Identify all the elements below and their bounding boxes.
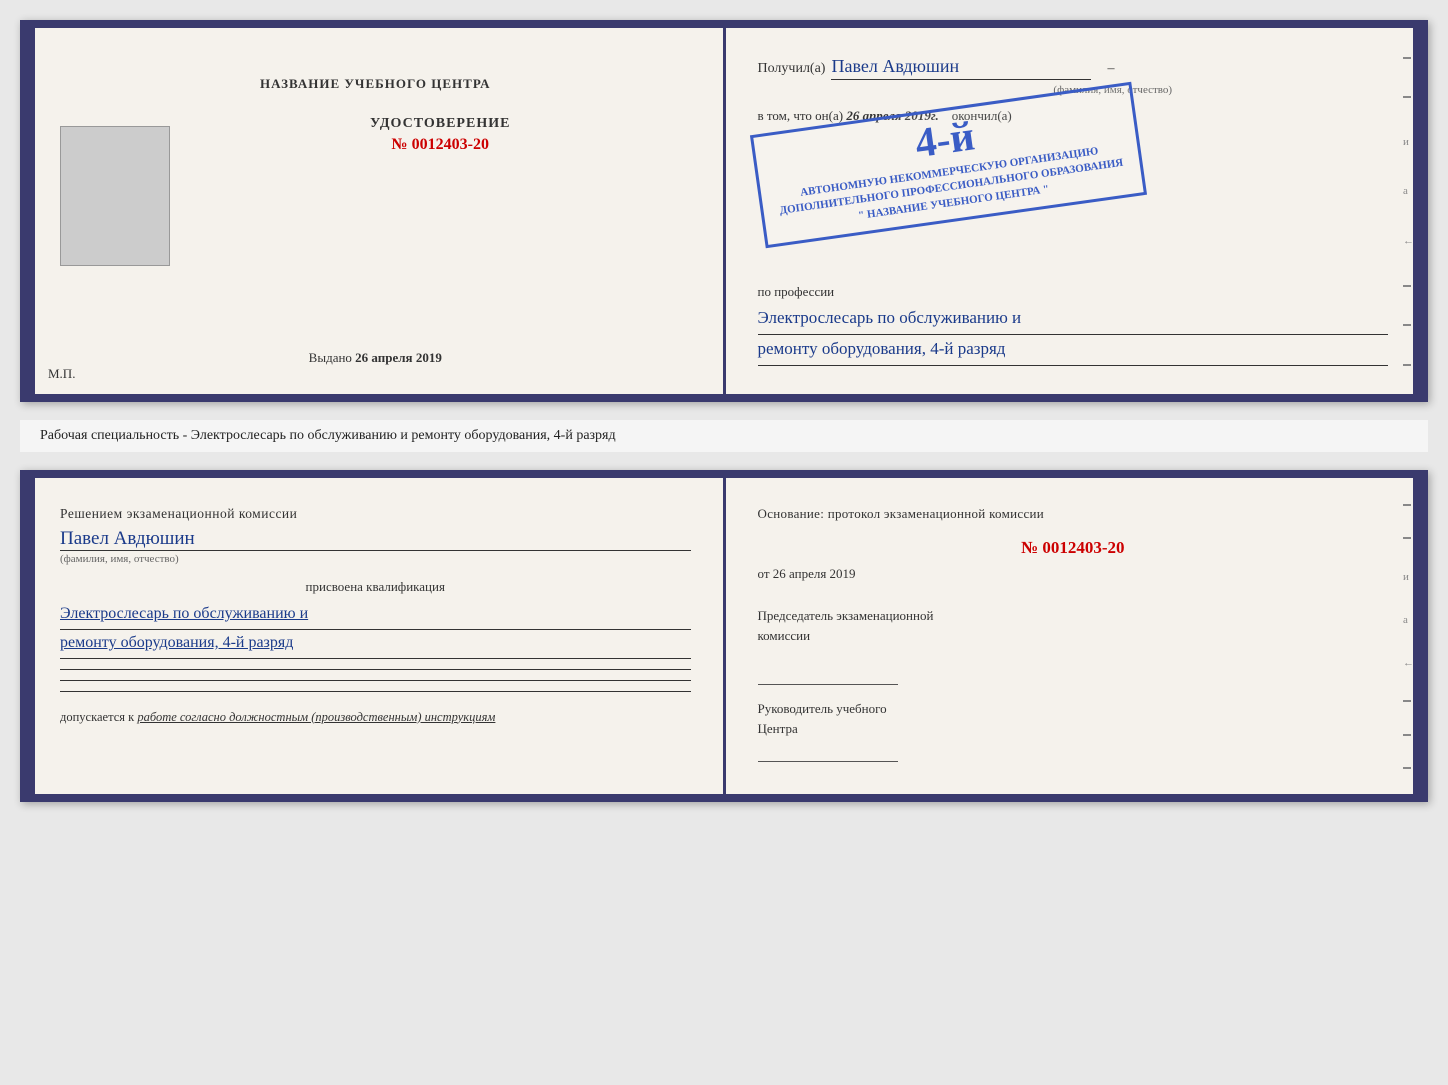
protocol-number: № 0012403-20: [758, 538, 1389, 558]
допускается-line: допускается к работе согласно должностны…: [60, 710, 691, 725]
director-line1: Руководитель учебного: [758, 701, 887, 716]
chairman-line2: комиссии: [758, 628, 811, 643]
decision-title: Решением экзаменационной комиссии: [60, 506, 691, 522]
left-spine: [23, 28, 35, 394]
stamp-overlay: 4-й АВТОНОМНУЮ НЕКОММЕРЧЕСКУЮ ОРГАНИЗАЦИ…: [749, 82, 1146, 249]
qual-line1: Электрослесарь по обслуживанию и: [60, 601, 691, 630]
допускается-label-text: допускается к: [60, 710, 134, 724]
top-doc-left: НАЗВАНИЕ УЧЕБНОГО ЦЕНТРА УДОСТОВЕРЕНИЕ №…: [28, 28, 726, 394]
separator2: [60, 680, 691, 681]
top-doc-right: Получил(а) Павел Авдюшин – (фамилия, имя…: [726, 28, 1421, 394]
mp-label: М.П.: [48, 366, 75, 382]
top-left-title: НАЗВАНИЕ УЧЕБНОГО ЦЕНТРА: [260, 76, 491, 92]
photo-placeholder: [60, 126, 170, 266]
chairman-line1: Председатель экзаменационной: [758, 608, 934, 623]
bottom-doc-left: Решением экзаменационной комиссии Павел …: [28, 478, 726, 794]
director-signature-line: [758, 742, 898, 762]
person-name-bottom: Павел Авдюшин: [60, 528, 691, 551]
director-label: Руководитель учебного Центра: [758, 699, 1389, 738]
top-document: НАЗВАНИЕ УЧЕБНОГО ЦЕНТРА УДОСТОВЕРЕНИЕ №…: [20, 20, 1428, 402]
separator3: [60, 691, 691, 692]
issued-label: Выдано: [309, 350, 352, 365]
from-label: от: [758, 566, 770, 581]
from-date-line: от 26 апреля 2019: [758, 566, 1389, 582]
cert-number: № 0012403-20: [190, 136, 691, 154]
bottom-doc-right: Основание: протокол экзаменационной коми…: [726, 478, 1421, 794]
right-spine: [1413, 28, 1425, 394]
bottom-right-spine: [1413, 478, 1425, 794]
director-line2: Центра: [758, 721, 798, 736]
profession-line1: Электрослесарь по обслуживанию и: [758, 304, 1389, 335]
issued-line: Выдано 26 апреля 2019: [60, 350, 691, 366]
basis-title: Основание: протокол экзаменационной коми…: [758, 506, 1389, 522]
middle-text-content: Рабочая специальность - Электрослесарь п…: [40, 428, 616, 443]
assigned-label: присвоена квалификация: [60, 579, 691, 595]
separator1: [60, 669, 691, 670]
profession-label: по профессии: [758, 284, 1389, 300]
in-that-label: в том, что он(а): [758, 108, 844, 123]
profession-line2: ремонту оборудования, 4-й разряд: [758, 335, 1389, 366]
qual-line2: ремонту оборудования, 4-й разряд: [60, 630, 691, 659]
page-wrapper: НАЗВАНИЕ УЧЕБНОГО ЦЕНТРА УДОСТОВЕРЕНИЕ №…: [20, 20, 1428, 802]
received-label: Получил(а): [758, 61, 826, 77]
chairman-label: Председатель экзаменационной комиссии: [758, 606, 1389, 645]
cert-title: УДОСТОВЕРЕНИЕ: [190, 116, 691, 132]
bottom-document: Решением экзаменационной комиссии Павел …: [20, 470, 1428, 802]
received-line: Получил(а) Павел Авдюшин –: [758, 56, 1389, 80]
bottom-left-spine: [23, 478, 35, 794]
fio-hint-bottom: (фамилия, имя, отчество): [60, 553, 691, 565]
issued-date: 26 апреля 2019: [355, 350, 442, 365]
chairman-signature-line: [758, 665, 898, 685]
допускается-value: работе согласно должностным (производств…: [137, 710, 495, 724]
middle-text: Рабочая специальность - Электрослесарь п…: [20, 420, 1428, 452]
from-date: 26 апреля 2019: [773, 566, 856, 581]
received-name: Павел Авдюшин: [831, 56, 1091, 80]
